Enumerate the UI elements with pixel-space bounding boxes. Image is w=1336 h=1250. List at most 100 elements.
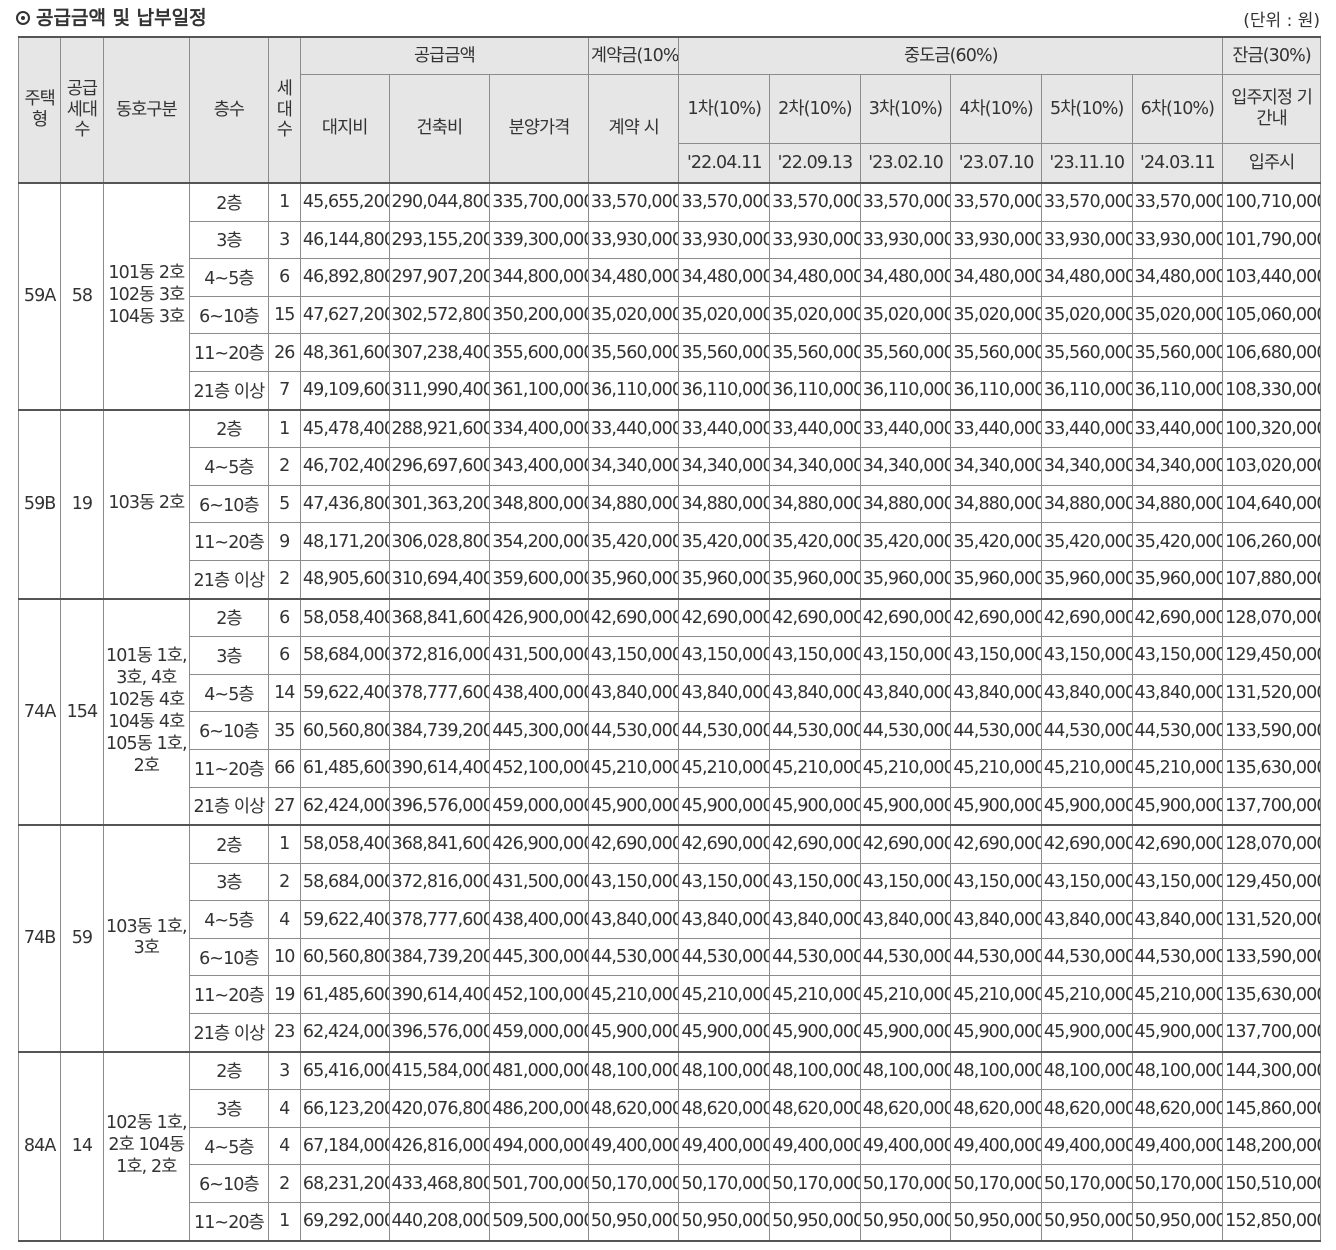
header-interim-3: 3차(10%) bbox=[859, 74, 952, 144]
cell-land: 68,231,200 bbox=[299, 1164, 390, 1204]
cell-interim-5: 34,340,000 bbox=[1040, 447, 1133, 486]
cell-contract: 50,950,000 bbox=[587, 1202, 680, 1242]
cell-land: 49,109,600 bbox=[299, 370, 390, 411]
cell-interim-3: 36,110,000 bbox=[859, 370, 952, 411]
cell-floor: 4~5층 bbox=[189, 447, 269, 486]
cell-interim-1: 33,930,000 bbox=[678, 220, 771, 260]
cell-interim-6: 34,880,000 bbox=[1131, 484, 1224, 524]
cell-interim-3: 35,560,000 bbox=[859, 333, 952, 372]
header-type: 주택형 bbox=[17, 36, 62, 184]
cell-land: 58,684,000 bbox=[299, 862, 390, 902]
cell-interim-6: 33,440,000 bbox=[1131, 408, 1224, 449]
cell-floor: 2층 bbox=[189, 597, 269, 638]
cell-sale-price: 334,400,000 bbox=[489, 408, 589, 449]
header-land: 대지비 bbox=[299, 74, 390, 184]
cell-interim-3: 42,690,000 bbox=[859, 824, 952, 864]
cell-households: 1 bbox=[267, 824, 301, 864]
cell-interim-6: 34,340,000 bbox=[1131, 447, 1224, 486]
cell-supply-units: 59 bbox=[60, 824, 104, 1053]
table-row: 3층 6 58,684,000 372,816,000 431,500,000 43,15… bbox=[19, 636, 1321, 675]
cell-building: 440,208,000 bbox=[388, 1202, 491, 1242]
cell-sale-price: 426,900,000 bbox=[489, 824, 589, 864]
cell-interim-6: 45,210,000 bbox=[1131, 975, 1224, 1015]
table-row: 6~10층 10 60,560,800 384,739,200 445,300,000 4… bbox=[19, 937, 1321, 977]
cell-interim-4: 36,110,000 bbox=[950, 370, 1042, 411]
cell-interim-4: 43,840,000 bbox=[950, 900, 1042, 939]
cell-interim-5: 34,880,000 bbox=[1040, 484, 1133, 524]
cell-contract: 44,530,000 bbox=[587, 937, 680, 977]
cell-interim-5: 45,210,000 bbox=[1040, 975, 1133, 1015]
table-row: 4~5층 4 67,184,000 426,816,000 494,000,000 49,… bbox=[19, 1126, 1321, 1166]
cell-building: 390,614,400 bbox=[388, 748, 491, 788]
table-row: 74B 59 103동 1호, 3호 2층 1 58,058,400 368,841,600… bbox=[17, 824, 1321, 1053]
cell-interim-3: 45,210,000 bbox=[859, 975, 952, 1015]
cell-land: 65,416,000 bbox=[299, 1050, 390, 1091]
cell-households: 19 bbox=[267, 975, 301, 1015]
cell-interim-5: 35,960,000 bbox=[1040, 559, 1133, 600]
cell-floor: 11~20층 bbox=[189, 333, 269, 372]
cell-sale-price: 343,400,000 bbox=[489, 447, 589, 486]
cell-interim-1: 42,690,000 bbox=[678, 824, 771, 864]
table-row: 21층 이상 7 49,109,600 311,990,400 361,100,000 3… bbox=[19, 370, 1321, 411]
cell-interim-4: 35,960,000 bbox=[950, 559, 1042, 600]
cell-interim-6: 35,960,000 bbox=[1131, 559, 1224, 600]
cell-floor: 2층 bbox=[189, 408, 269, 449]
cell-sale-price: 426,900,000 bbox=[489, 597, 589, 638]
cell-interim-1: 44,530,000 bbox=[678, 937, 771, 977]
cell-interim-6: 33,570,000 bbox=[1131, 181, 1224, 222]
header-interim-4: 4차(10%) bbox=[950, 74, 1042, 144]
cell-building: 372,816,000 bbox=[388, 862, 491, 902]
cell-interim-1: 45,210,000 bbox=[678, 748, 771, 788]
table-row: 11~20층 1 69,292,000 440,208,000 509,500,000 5… bbox=[19, 1202, 1321, 1242]
cell-floor: 6~10층 bbox=[189, 295, 269, 335]
cell-interim-5: 43,840,000 bbox=[1040, 673, 1133, 713]
table-row: 59B 19 103동 2호 2층 1 45,478,400 288,921,600 334,… bbox=[17, 408, 1321, 600]
cell-contract: 45,900,000 bbox=[587, 1013, 680, 1053]
cell-building: 372,816,000 bbox=[388, 636, 491, 675]
cell-interim-1: 43,840,000 bbox=[678, 900, 771, 939]
cell-sale-price: 501,700,000 bbox=[489, 1164, 589, 1204]
cell-households: 2 bbox=[267, 447, 301, 486]
cell-floor: 3층 bbox=[189, 1089, 269, 1128]
cell-interim-5: 36,110,000 bbox=[1040, 370, 1133, 411]
table-body: 59A 58 101동 2호 102동 3호 104동 3호 2층 1 45,655,20… bbox=[17, 181, 1321, 1242]
cell-interim-5: 33,440,000 bbox=[1040, 408, 1133, 449]
cell-interim-6: 35,560,000 bbox=[1131, 333, 1224, 372]
cell-contract: 35,420,000 bbox=[587, 522, 680, 561]
cell-sale-price: 452,100,000 bbox=[489, 748, 589, 788]
cell-interim-1: 45,900,000 bbox=[678, 786, 771, 826]
cell-interim-5: 44,530,000 bbox=[1040, 711, 1133, 750]
cell-balance: 137,700,000 bbox=[1222, 1013, 1321, 1053]
cell-land: 59,622,400 bbox=[299, 673, 390, 713]
cell-supply-units: 154 bbox=[60, 597, 104, 826]
cell-interim-3: 34,480,000 bbox=[859, 258, 952, 297]
cell-interim-6: 45,210,000 bbox=[1131, 748, 1224, 788]
cell-sale-price: 361,100,000 bbox=[489, 370, 589, 411]
cell-interim-1: 45,210,000 bbox=[678, 975, 771, 1015]
cell-balance: 144,300,000 bbox=[1222, 1050, 1321, 1091]
cell-interim-5: 33,570,000 bbox=[1040, 181, 1133, 222]
cell-interim-5: 48,100,000 bbox=[1040, 1050, 1133, 1091]
cell-floor: 11~20층 bbox=[189, 748, 269, 788]
cell-interim-4: 49,400,000 bbox=[950, 1126, 1042, 1166]
table-row: 84A 14 102동 1호, 2호 104동 1호, 2호 2층 3 65,416,00… bbox=[17, 1050, 1321, 1242]
cell-supply-units: 14 bbox=[60, 1050, 104, 1242]
cell-interim-6: 44,530,000 bbox=[1131, 711, 1224, 750]
header-balance-when: 입주지정 기간내 bbox=[1222, 74, 1321, 144]
table-row: 21층 이상 2 48,905,600 310,694,400 359,600,000 3… bbox=[19, 559, 1321, 600]
cell-interim-2: 43,150,000 bbox=[769, 862, 861, 902]
cell-interim-2: 43,840,000 bbox=[769, 673, 861, 713]
cell-contract: 48,100,000 bbox=[587, 1050, 680, 1091]
cell-floor: 4~5층 bbox=[189, 673, 269, 713]
cell-building: 288,921,600 bbox=[388, 408, 491, 449]
cell-interim-2: 43,150,000 bbox=[769, 636, 861, 675]
cell-interim-1: 50,950,000 bbox=[678, 1202, 771, 1242]
cell-interim-1: 43,150,000 bbox=[678, 862, 771, 902]
header-interim-2: 2차(10%) bbox=[769, 74, 861, 144]
cell-building: 384,739,200 bbox=[388, 937, 491, 977]
header-dong-ho: 동호구분 bbox=[102, 36, 191, 184]
cell-interim-2: 34,880,000 bbox=[769, 484, 861, 524]
cell-balance: 108,330,000 bbox=[1222, 370, 1321, 411]
cell-floor: 21층 이상 bbox=[189, 786, 269, 826]
cell-balance: 106,680,000 bbox=[1222, 333, 1321, 372]
